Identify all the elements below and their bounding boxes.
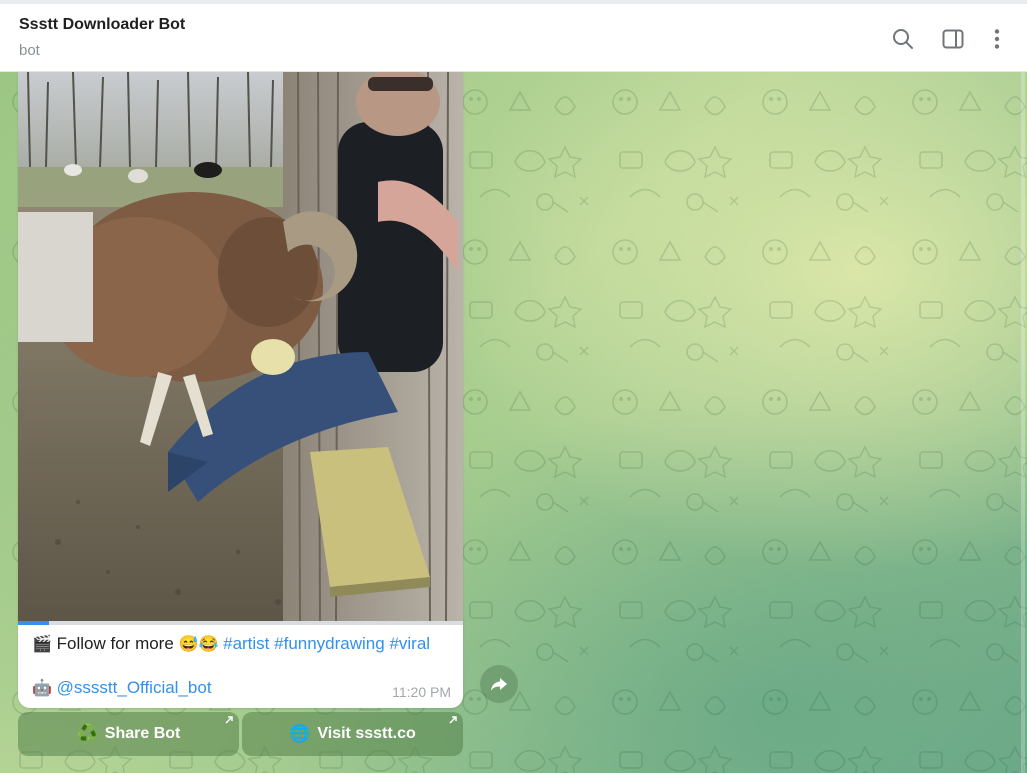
chat-status: bot [19, 42, 40, 59]
message-time: 11:20 PM [392, 684, 451, 700]
forward-button[interactable] [480, 665, 518, 703]
video-progress-fill [18, 621, 50, 625]
hashtag-viral[interactable]: #viral [389, 634, 430, 653]
bot-mention-link[interactable]: @sssstt_Official_bot [57, 678, 212, 697]
video-progress-bar[interactable] [18, 621, 463, 625]
forward-arrow-icon [491, 678, 507, 691]
hashtag-funnydrawing[interactable]: #funnydrawing [274, 634, 385, 653]
more-vertical-icon[interactable] [984, 26, 1010, 52]
external-link-icon [225, 716, 233, 724]
chat-header: Ssstt Downloader Bot bot [0, 4, 1027, 72]
video-player[interactable] [18, 72, 463, 624]
hashtag-artist[interactable]: #artist [223, 634, 269, 653]
chat-title[interactable]: Ssstt Downloader Bot [19, 16, 185, 34]
message-bubble: 🎬 Follow for more 😅😂 #artist #funnydrawi… [18, 72, 463, 708]
recycle-icon: ♻️ [76, 724, 98, 743]
robot-emoji: 🤖 [32, 680, 52, 697]
share-bot-button[interactable]: ♻️ Share Bot [18, 712, 239, 756]
visit-site-button[interactable]: 🌐 Visit ssstt.co [242, 712, 463, 756]
clapper-emoji: 🎬 [32, 636, 52, 653]
sidebar-toggle-icon[interactable] [940, 26, 966, 52]
message-caption: 🎬 Follow for more 😅😂 #artist #funnydrawi… [32, 633, 457, 656]
visit-site-label: Visit ssstt.co [317, 725, 416, 742]
mention-line: 🤖 @sssstt_Official_bot [32, 677, 212, 700]
caption-text: Follow for more [56, 634, 174, 653]
external-link-icon [449, 716, 457, 724]
share-bot-label: Share Bot [104, 725, 181, 742]
chat-scrollbar[interactable] [1021, 72, 1025, 773]
search-icon[interactable] [890, 26, 916, 52]
laughing-emojis: 😅😂 [178, 636, 219, 653]
globe-icon: 🌐 [289, 724, 311, 743]
